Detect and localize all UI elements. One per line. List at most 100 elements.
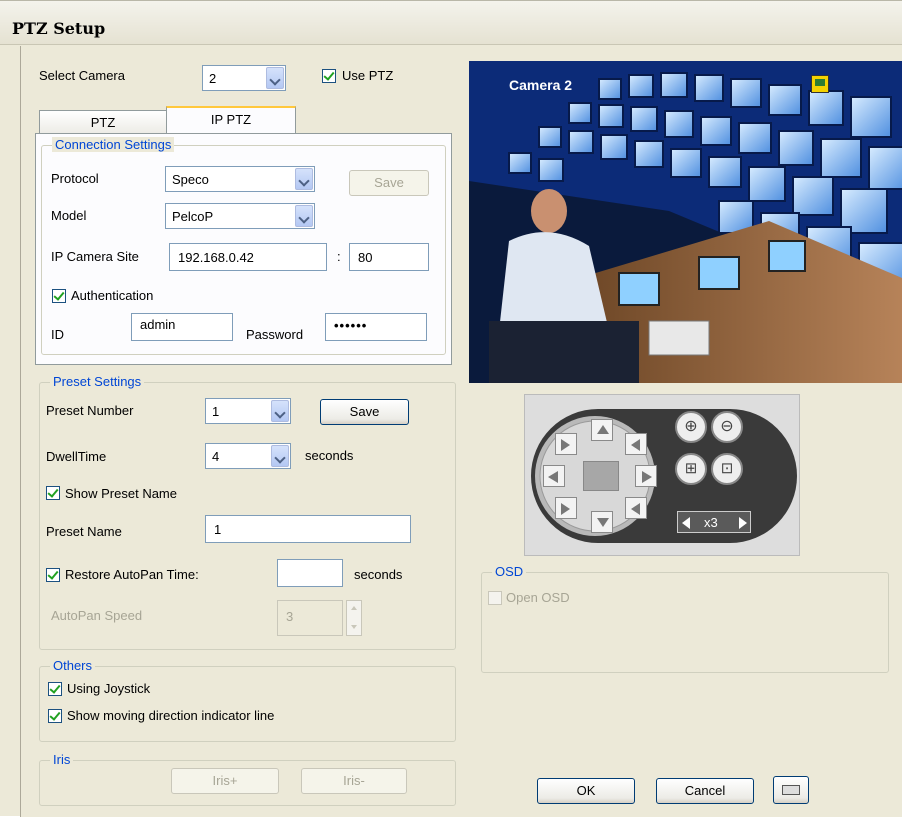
others-legend: Others <box>50 658 96 673</box>
protocol-select[interactable]: Speco <box>165 166 315 192</box>
use-ptz-checkbox[interactable] <box>322 69 336 83</box>
preset-name-field[interactable]: 1 <box>205 515 411 543</box>
cancel-button[interactable]: Cancel <box>656 778 754 804</box>
pan-down-right-arrow[interactable] <box>625 497 647 519</box>
pan-down-left-arrow[interactable] <box>555 497 577 519</box>
using-joystick-label: Using Joystick <box>67 681 151 696</box>
zoom-speed-value: x3 <box>704 515 718 530</box>
camera-select[interactable]: 2 <box>202 65 286 91</box>
zoom-in-icon[interactable]: ⊕ <box>675 411 707 443</box>
show-preset-name-checkbox[interactable] <box>46 486 60 500</box>
camera-scene-image <box>469 61 902 383</box>
chevron-down-icon[interactable] <box>266 67 284 89</box>
window-title: PTZ Setup <box>12 19 106 38</box>
ptz-control-pad: ⊕ ⊖ ⊞ ⊡ x3 <box>524 394 800 556</box>
chevron-down-icon[interactable] <box>271 400 289 422</box>
preset-settings-legend: Preset Settings <box>50 374 145 389</box>
preset-number-value: 1 <box>212 404 220 419</box>
keyboard-icon <box>782 785 800 795</box>
ip-address-field[interactable]: 192.168.0.42 <box>169 243 327 271</box>
camera-overlay-label: Camera 2 <box>509 77 573 93</box>
tab-ip-ptz-label: IP PTZ <box>210 112 252 127</box>
tab-ptz[interactable]: PTZ <box>39 110 167 134</box>
model-label: Model <box>51 208 87 223</box>
pan-center-button[interactable] <box>583 461 619 491</box>
direction-indicator-label: Show moving direction indicator line <box>67 708 275 723</box>
connection-save-button[interactable]: Save <box>349 170 429 196</box>
chevron-down-icon[interactable] <box>295 168 313 190</box>
password-value: •••••• <box>334 318 368 333</box>
osd-group: OSD <box>481 564 889 673</box>
spin-up-icon <box>351 606 357 610</box>
restore-autopan-unit: seconds <box>354 567 403 582</box>
zoom-speed-control[interactable]: x3 <box>677 511 751 533</box>
speed-decrease-icon[interactable] <box>682 517 690 529</box>
dialog-body: Select Camera 2 Use PTZ PTZ IP PTZ Conne… <box>20 46 902 817</box>
pan-up-right-arrow[interactable] <box>625 433 647 455</box>
show-preset-name-label: Show Preset Name <box>65 486 177 501</box>
dwell-time-label: DwellTime <box>46 449 107 464</box>
osd-legend: OSD <box>492 564 527 579</box>
authentication-checkbox[interactable] <box>52 289 66 303</box>
open-osd-label: Open OSD <box>506 590 570 605</box>
use-ptz-label: Use PTZ <box>342 68 394 83</box>
connection-settings-legend: Connection Settings <box>52 137 175 152</box>
speed-increase-icon[interactable] <box>739 517 747 529</box>
focus-near-icon[interactable]: ⊞ <box>675 453 707 485</box>
restore-autopan-checkbox[interactable] <box>46 568 60 582</box>
authentication-label: Authentication <box>71 288 154 303</box>
autopan-speed-label: AutoPan Speed <box>51 608 143 623</box>
id-label: ID <box>51 327 64 342</box>
restore-autopan-field[interactable] <box>277 559 343 587</box>
iris-minus-button[interactable]: Iris- <box>301 768 407 794</box>
title-bar: PTZ Setup <box>0 1 902 45</box>
open-osd-checkbox <box>488 591 502 605</box>
recording-status-icon <box>811 75 829 93</box>
focus-far-icon[interactable]: ⊡ <box>711 453 743 485</box>
pan-down-arrow[interactable] <box>591 511 613 533</box>
tab-ip-ptz[interactable]: IP PTZ <box>166 106 296 134</box>
pan-up-arrow[interactable] <box>591 419 613 441</box>
protocol-label: Protocol <box>51 171 99 186</box>
restore-autopan-label: Restore AutoPan Time: <box>65 567 199 582</box>
autopan-speed-value: 3 <box>286 609 294 624</box>
direction-indicator-checkbox[interactable] <box>48 709 62 723</box>
preset-number-select[interactable]: 1 <box>205 398 291 424</box>
camera-live-view[interactable]: Camera 2 <box>469 61 902 383</box>
model-value: PelcoP <box>172 209 214 224</box>
ok-button[interactable]: OK <box>537 778 635 804</box>
camera-select-value: 2 <box>209 71 217 86</box>
id-field[interactable]: admin <box>131 313 233 341</box>
autopan-speed-spinner <box>346 600 362 636</box>
preset-save-button[interactable]: Save <box>320 399 409 425</box>
iris-plus-button[interactable]: Iris+ <box>171 768 279 794</box>
model-select[interactable]: PelcoP <box>165 203 315 229</box>
password-field[interactable]: •••••• <box>325 313 427 341</box>
zoom-out-icon[interactable]: ⊖ <box>711 411 743 443</box>
ip-address-value: 192.168.0.42 <box>178 250 254 265</box>
port-separator: : <box>337 249 341 264</box>
preset-number-label: Preset Number <box>46 403 134 418</box>
port-field[interactable]: 80 <box>349 243 429 271</box>
keyboard-button[interactable] <box>773 776 809 804</box>
pan-up-left-arrow[interactable] <box>555 433 577 455</box>
spin-down-icon <box>351 625 357 629</box>
select-camera-label: Select Camera <box>39 68 125 83</box>
others-group: Others <box>39 658 456 742</box>
using-joystick-checkbox[interactable] <box>48 682 62 696</box>
id-value: admin <box>140 317 176 332</box>
tab-ptz-label: PTZ <box>90 115 116 130</box>
pan-right-arrow[interactable] <box>635 465 657 487</box>
preset-name-label: Preset Name <box>46 524 122 539</box>
iris-legend: Iris <box>50 752 74 767</box>
port-value: 80 <box>358 250 373 265</box>
chevron-down-icon[interactable] <box>271 445 289 467</box>
password-label: Password <box>246 327 304 342</box>
dwell-time-select[interactable]: 4 <box>205 443 291 469</box>
chevron-down-icon[interactable] <box>295 205 313 227</box>
pan-left-arrow[interactable] <box>543 465 565 487</box>
ip-camera-site-label: IP Camera Site <box>51 249 139 264</box>
ptz-pad-graphic <box>531 409 797 543</box>
ptz-setup-window: PTZ Setup Select Camera 2 Use PTZ PTZ IP… <box>0 0 902 817</box>
dwell-time-unit: seconds <box>305 448 354 463</box>
